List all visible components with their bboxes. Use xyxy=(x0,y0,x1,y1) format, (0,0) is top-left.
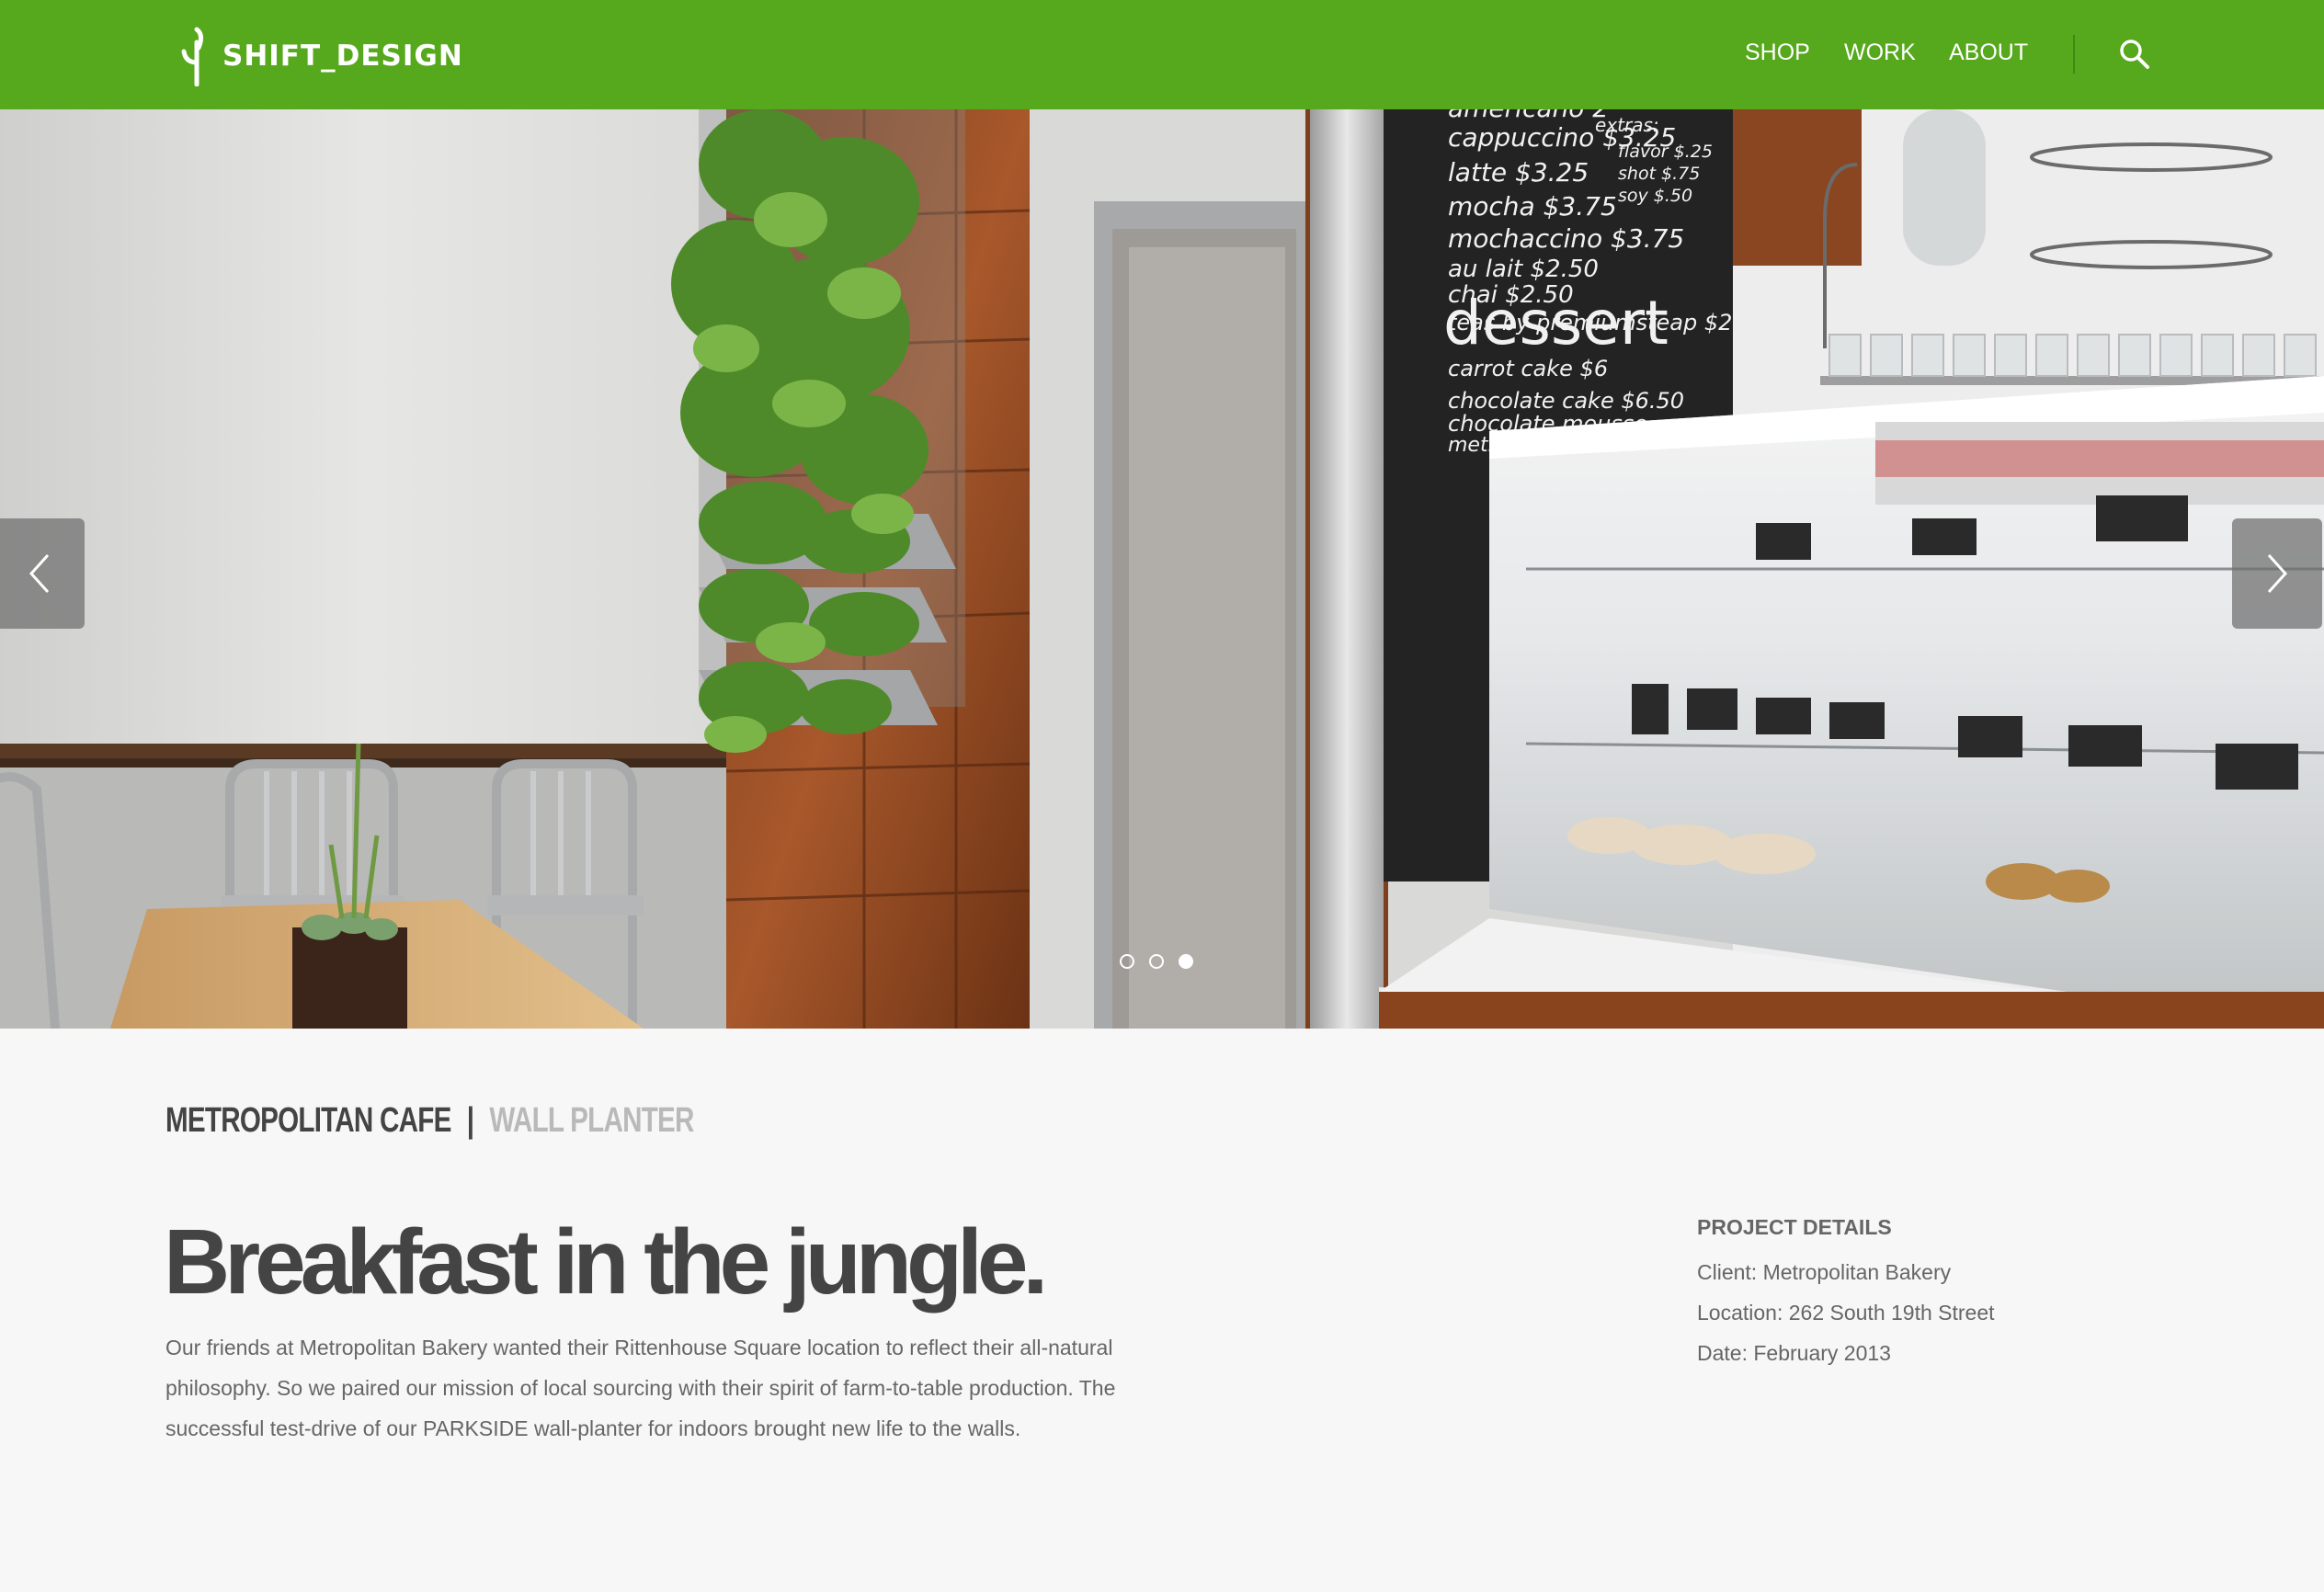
nav-shop[interactable]: SHOP xyxy=(1745,40,1810,66)
svg-text:chocolate cake $6.50: chocolate cake $6.50 xyxy=(1448,388,1684,414)
svg-text:soy $.50: soy $.50 xyxy=(1618,186,1692,206)
project-breadcrumb: METROPOLITAN CAFE | WALL PLANTER xyxy=(165,1101,694,1141)
svg-text:dessert: dessert xyxy=(1443,288,1669,358)
svg-text:latte $3.25: latte $3.25 xyxy=(1448,157,1589,188)
hero-slider: americano 2 cappuccino $3.25 latte $3.25… xyxy=(0,109,2324,1029)
chevron-left-icon xyxy=(28,553,50,594)
nav-work[interactable]: WORK xyxy=(1844,40,1916,66)
page-title: Breakfast in the jungle. xyxy=(164,1211,1048,1313)
project-details: PROJECT DETAILS Client: Metropolitan Bak… xyxy=(1697,1215,1995,1373)
search-button[interactable] xyxy=(2118,38,2151,71)
project-name: METROPOLITAN CAFE xyxy=(165,1101,451,1140)
breadcrumb-separator: | xyxy=(466,1101,474,1140)
nav-divider xyxy=(2073,35,2075,74)
brand-name: SHIFT_DESIGN xyxy=(222,40,463,73)
slider-pagination xyxy=(1120,954,1193,969)
svg-text:carrot cake $6: carrot cake $6 xyxy=(1448,356,1608,381)
project-client: Client: Metropolitan Bakery xyxy=(1697,1260,1952,1284)
slider-dot-1[interactable] xyxy=(1120,954,1134,969)
search-icon xyxy=(2120,40,2149,69)
svg-text:americano 2: americano 2 xyxy=(1448,109,1609,123)
hero-image: americano 2 cappuccino $3.25 latte $3.25… xyxy=(0,109,2324,1029)
site-header: SHIFT_DESIGN SHOP WORK ABOUT xyxy=(0,0,2324,109)
svg-text:flavor $.25: flavor $.25 xyxy=(1618,142,1713,162)
svg-text:mochaccino $3.75: mochaccino $3.75 xyxy=(1448,223,1684,254)
slider-prev-button[interactable] xyxy=(0,518,85,629)
slider-dot-2[interactable] xyxy=(1149,954,1164,969)
slider-dot-3-active[interactable] xyxy=(1179,954,1193,969)
project-description: Our friends at Metropolitan Bakery wante… xyxy=(165,1336,1116,1440)
project-date: Date: February 2013 xyxy=(1697,1341,1891,1365)
svg-text:au lait $2.50: au lait $2.50 xyxy=(1448,256,1599,283)
svg-text:mocha $3.75: mocha $3.75 xyxy=(1448,191,1617,222)
project-details-heading: PROJECT DETAILS xyxy=(1697,1215,1892,1239)
project-location: Location: 262 South 19th Street xyxy=(1697,1301,1995,1325)
brand-logo[interactable]: SHIFT_DESIGN xyxy=(178,26,463,86)
chevron-right-icon xyxy=(2267,553,2288,594)
nav-about[interactable]: ABOUT xyxy=(1949,40,2028,66)
slider-next-button[interactable] xyxy=(2232,518,2322,629)
svg-text:shot $.75: shot $.75 xyxy=(1618,164,1700,184)
sprout-icon xyxy=(181,27,204,86)
product-name: WALL PLANTER xyxy=(489,1101,694,1140)
svg-text:extras:: extras: xyxy=(1595,114,1659,136)
